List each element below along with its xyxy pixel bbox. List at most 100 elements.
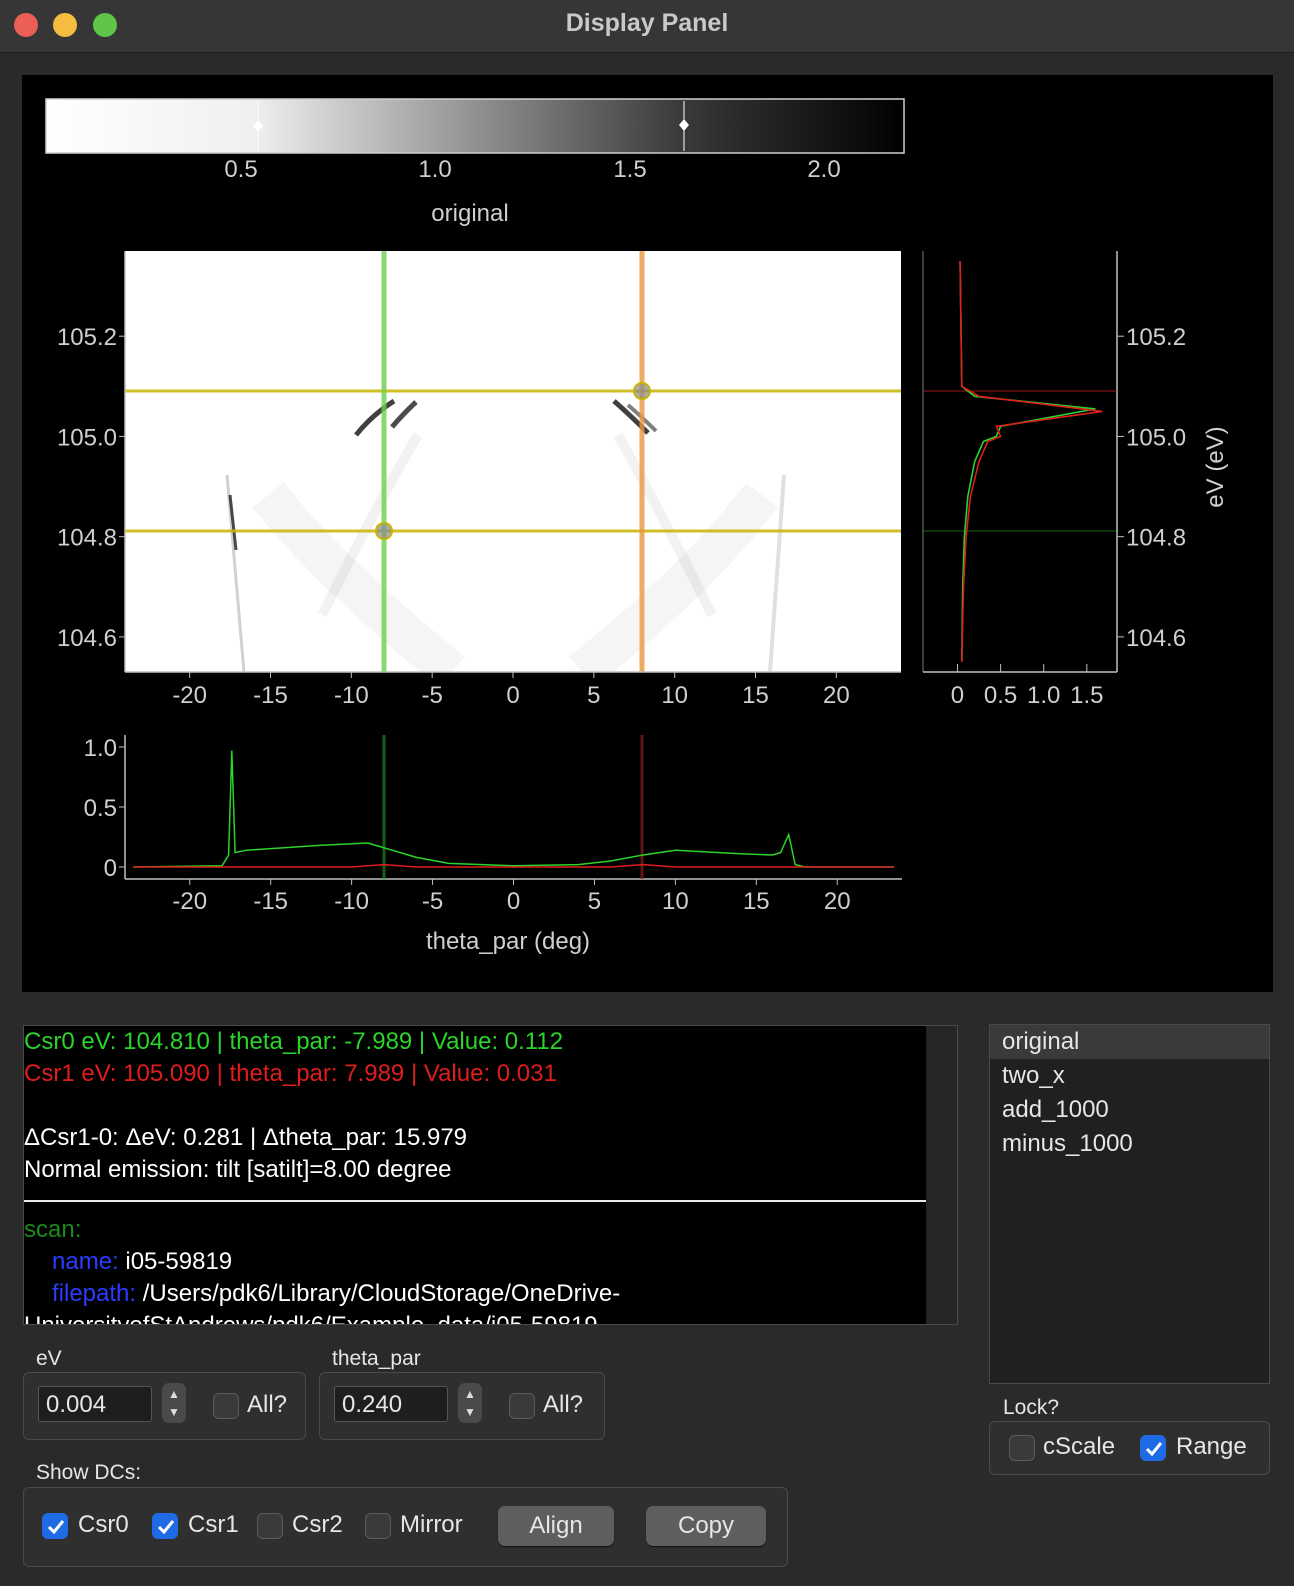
copy-button[interactable]: Copy: [646, 1506, 766, 1546]
info-text: Csr0 eV: 104.810 | theta_par: -7.989 | V…: [24, 1026, 926, 1324]
main-image-plot[interactable]: -20 -15 -10 -5 0 5 10 15 20 104.6 104.8 105.0 105.2: [57, 251, 901, 709]
colorbar-tick: 2.0: [807, 156, 840, 183]
info-scan-key: scan:: [24, 1216, 82, 1243]
image-x-tick-label: 15: [742, 682, 769, 709]
colorbar-tick: 0.5: [224, 156, 257, 183]
dataset-item-add-1000[interactable]: add_1000: [990, 1093, 1269, 1127]
theta-all-label: All?: [543, 1391, 584, 1418]
theta-group: 0.240 ▲ ▼ All?: [319, 1372, 605, 1440]
info-name-key: name:: [52, 1248, 119, 1275]
dataset-item-label: add_1000: [1002, 1096, 1109, 1123]
theta-stepper[interactable]: ▲ ▼: [458, 1383, 482, 1423]
colorbar-gradient: [45, 98, 905, 154]
csr2-checkbox[interactable]: [257, 1513, 283, 1539]
ev-group-label: eV: [36, 1347, 62, 1370]
ev-step-input[interactable]: 0.004: [38, 1386, 152, 1422]
ev-step-value: 0.004: [46, 1391, 107, 1418]
lock-group: cScale Range: [989, 1421, 1270, 1475]
theta-step-input[interactable]: 0.240: [334, 1386, 448, 1422]
image-x-tick-label: 20: [823, 682, 850, 709]
mdc-x-tick-label: 20: [824, 888, 851, 915]
mdc-x-tick-label: 0: [507, 888, 520, 915]
edc-x-tick-label: 0: [951, 682, 964, 709]
image-y-tick-label: 105.0: [57, 424, 117, 451]
lock-cscale-label: cScale: [1043, 1433, 1116, 1460]
colorbar-label: original: [431, 200, 508, 227]
edc-series-csr0: [959, 260, 1096, 663]
plots-svg: 0.5 1.0 1.5 2.0 original -20 -15 -10 -5 …: [45, 98, 1229, 955]
lock-cscale-checkbox[interactable]: [1009, 1435, 1035, 1461]
edc-y-tick-label: 105.0: [1126, 424, 1186, 451]
colorbar: 0.5 1.0 1.5 2.0 original: [45, 98, 905, 227]
mdc-x-tick-label: -20: [172, 888, 207, 915]
align-button[interactable]: Align: [498, 1506, 614, 1546]
cursor-handle-csr0[interactable]: [375, 522, 393, 540]
theta-step-value: 0.240: [342, 1391, 403, 1418]
lock-range-checkbox[interactable]: [1140, 1435, 1166, 1461]
info-separator: [24, 1200, 926, 1202]
ev-stepper[interactable]: ▲ ▼: [162, 1383, 186, 1423]
cursor-handle-csr1[interactable]: [633, 382, 651, 400]
theta-stepper-down-icon[interactable]: ▼: [458, 1403, 482, 1421]
edc-x-tick-label: 1.5: [1070, 682, 1103, 709]
edc-y-tick-label: 104.6: [1126, 625, 1186, 652]
edc-y-tick-label: 105.2: [1126, 324, 1186, 351]
info-filepath-continued: UniversityofStAndrews/pdk6/Example_data/…: [24, 1310, 926, 1324]
edc-x-tick-label: 1.0: [1027, 682, 1060, 709]
edc-y-label: eV (eV): [1202, 426, 1229, 507]
ev-all-checkbox[interactable]: [213, 1393, 239, 1419]
csr2-label: Csr2: [292, 1511, 343, 1538]
colorbar-tick: 1.0: [418, 156, 451, 183]
dataset-item-minus-1000[interactable]: minus_1000: [990, 1127, 1269, 1161]
lock-label: Lock?: [1003, 1396, 1060, 1419]
dataset-item-label: original: [1002, 1028, 1080, 1055]
image-x-tick-label: 0: [506, 682, 519, 709]
mdc-x-tick-label: -5: [422, 888, 443, 915]
csr1-checkbox[interactable]: [152, 1513, 178, 1539]
image-y-tick-label: 104.6: [57, 625, 117, 652]
info-normal-emission: Normal emission: tilt [satilt]=8.00 degr…: [24, 1156, 452, 1183]
image-x-tick-label: -10: [334, 682, 369, 709]
theta-stepper-up-icon[interactable]: ▲: [458, 1385, 482, 1403]
dataset-item-two-x[interactable]: two_x: [990, 1059, 1269, 1093]
ev-all-label: All?: [247, 1391, 288, 1418]
info-scrollbar[interactable]: [927, 1026, 957, 1324]
image-x-tick-label: 10: [661, 682, 688, 709]
image-background: [125, 251, 901, 672]
info-filepath-key: filepath:: [52, 1280, 137, 1307]
ev-stepper-down-icon[interactable]: ▼: [162, 1403, 186, 1421]
info-csr0: Csr0 eV: 104.810 | theta_par: -7.989 | V…: [24, 1028, 564, 1055]
csr1-label: Csr1: [188, 1511, 239, 1538]
mirror-checkbox[interactable]: [365, 1513, 391, 1539]
mdc-x-label: theta_par (deg): [426, 928, 590, 955]
image-x-tick-label: -20: [172, 682, 207, 709]
plot-area: 0.5 1.0 1.5 2.0 original -20 -15 -10 -5 …: [22, 75, 1273, 992]
theta-all-checkbox[interactable]: [509, 1393, 535, 1419]
window-title: Display Panel: [565, 9, 729, 37]
mdc-plot[interactable]: -20 -15 -10 -5 0 5 10 15 20 0 0.5 1.0 theta_par (de…: [84, 735, 902, 955]
edc-plot[interactable]: 0 0.5 1.0 1.5 104.6 104.8 105.0 105.2 eV (eV): [922, 251, 1229, 709]
dataset-list[interactable]: original two_x add_1000 minus_1000: [989, 1024, 1270, 1384]
mdc-x-tick-label: 15: [743, 888, 770, 915]
image-x-tick-label: -15: [253, 682, 288, 709]
info-csr1: Csr1 eV: 105.090 | theta_par: 7.989 | Va…: [24, 1060, 557, 1087]
mirror-label: Mirror: [400, 1511, 463, 1538]
edc-series-csr1: [959, 260, 1103, 663]
ev-group: 0.004 ▲ ▼ All?: [23, 1372, 306, 1440]
dataset-item-original[interactable]: original: [990, 1025, 1269, 1059]
csr0-checkbox[interactable]: [42, 1513, 68, 1539]
mdc-x-tick-label: -15: [253, 888, 288, 915]
info-panel[interactable]: Csr0 eV: 104.810 | theta_par: -7.989 | V…: [23, 1025, 958, 1325]
info-name-value: i05-59819: [125, 1248, 233, 1275]
csr0-label: Csr0: [78, 1511, 129, 1538]
mdc-x-tick-label: 10: [662, 888, 689, 915]
mdc-x-tick-label: -10: [334, 888, 369, 915]
theta-group-label: theta_par: [332, 1347, 421, 1370]
dataset-item-label: minus_1000: [1002, 1130, 1133, 1157]
mdc-x-tick-label: 5: [588, 888, 601, 915]
image-y-tick-label: 104.8: [57, 525, 117, 552]
ev-stepper-up-icon[interactable]: ▲: [162, 1385, 186, 1403]
mdc-y-tick-label: 1.0: [84, 735, 117, 762]
info-delta: ΔCsr1-0: ΔeV: 0.281 | Δtheta_par: 15.979: [24, 1124, 468, 1151]
show-dcs-label: Show DCs:: [36, 1461, 142, 1484]
